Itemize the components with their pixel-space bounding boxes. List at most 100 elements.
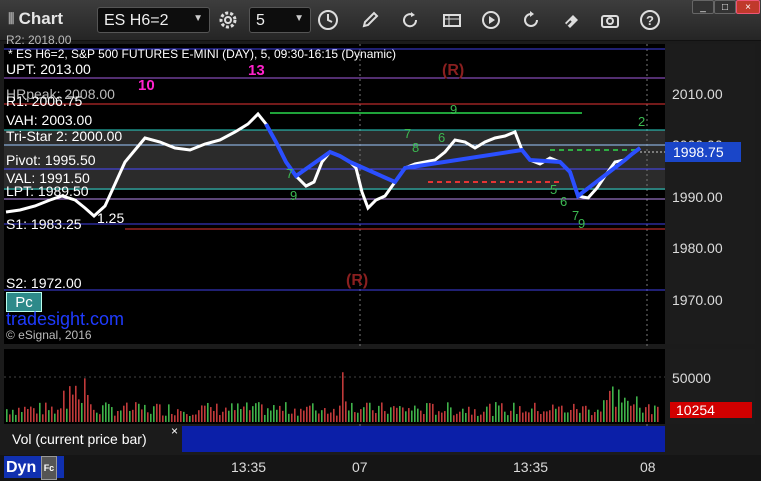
volume-bar [546,411,548,422]
data-table-icon[interactable] [440,8,464,32]
level-label-pivot: Pivot: 1995.50 [6,152,96,168]
svg-text:7: 7 [286,166,293,181]
eraser-icon[interactable] [559,8,583,32]
volume-bar [555,408,557,422]
volume-bar [381,402,383,422]
volume-bar [123,405,125,422]
watermark: tradesight.com [6,309,125,329]
volume-bar [537,411,539,422]
volume-bar [162,415,164,422]
volume-bar [507,415,509,422]
price-tick: 1980.00 [672,240,723,256]
symbol-value: ES H6=2 [104,12,169,29]
maximize-button[interactable]: □ [714,0,736,14]
volume-bar [354,412,356,422]
volume-bar [363,407,365,422]
svg-text:5: 5 [550,182,557,197]
close-glyph: × [745,2,751,13]
volume-bar [129,410,131,422]
volume-bar [27,409,29,422]
volume-bar [579,412,581,422]
volume-bar [333,408,335,422]
volume-bar [210,407,212,422]
volume-bar [534,402,536,422]
clock-icon[interactable] [316,8,340,32]
volume-bar [414,405,416,422]
volume-bar [456,413,458,422]
volume-bar [630,405,632,422]
pencil-icon[interactable] [358,8,382,32]
volume-bar [597,409,599,422]
svg-text:?: ? [646,13,654,28]
volume-bar [345,401,347,422]
volume-bar [45,402,47,422]
volume-bar [636,396,638,422]
volume-bar [510,410,512,422]
volume-bar [300,408,302,422]
volume-bar [549,410,551,422]
volume-bar [114,415,116,422]
volume-bar [39,402,41,422]
chevron-down-icon: ▼ [294,13,304,24]
volume-bar [513,402,515,422]
drag-grip-icon[interactable]: ⦀ [8,11,15,28]
refresh-icon[interactable] [398,8,422,32]
volume-bar [453,415,455,422]
volume-bar [387,413,389,422]
volume-bar [255,403,257,422]
volume-bar [153,406,155,422]
chart-canvas[interactable]: 9 7 8 6 2 7 9 5 6 7 9 [0,41,761,481]
gear-icon[interactable] [216,8,240,32]
volume-bar [471,414,473,422]
help-icon[interactable]: ? [638,8,662,32]
window-title-text: Chart [18,9,64,28]
volume-bar [75,385,77,422]
volume-bar [609,390,611,422]
volume-bar [315,410,317,422]
legend-close-icon[interactable]: × [171,424,178,438]
volume-bar [483,411,485,422]
volume-bar [489,403,491,422]
volume-bar [186,414,188,422]
volume-bar [150,413,152,422]
volume-bar [648,404,650,422]
camera-icon[interactable] [598,8,622,32]
volume-bar [642,412,644,422]
volume-bar [462,408,464,422]
volume-bar [246,402,248,422]
level-label-vah: VAH: 2003.00 [6,112,93,128]
play-icon[interactable] [479,8,503,32]
volume-bar [477,415,479,422]
magenta-count-10: 10 [138,77,155,94]
minimize-button[interactable]: _ [692,0,714,14]
symbol-combo[interactable]: ES H6=2 ▼ [97,7,210,33]
close-button[interactable]: × [736,0,760,14]
svg-text:9: 9 [578,216,585,231]
volume-bar [42,414,44,422]
volume-bar [60,408,62,422]
time-tick: 13:35 [231,459,267,475]
volume-bar [57,409,59,422]
volume-bar [432,403,434,422]
volume-bar [96,412,98,422]
volume-bar [264,414,266,422]
volume-bar [339,405,341,422]
dynamic-mode-button[interactable]: Dyn Fc [4,456,64,480]
volume-bar [591,415,593,422]
volume-bar [423,414,425,422]
volume-bar [174,415,176,422]
volume-bar [525,411,527,422]
interval-combo[interactable]: 5 ▼ [249,7,311,33]
volume-bar [621,402,623,422]
volume-bar [294,408,296,422]
volume-bar [465,412,467,422]
dyn-label: Dyn [6,459,37,477]
volume-bar [594,412,596,422]
volume-bar [63,390,65,422]
dyn-icon[interactable]: Fc [40,456,58,480]
volume-bar [516,413,518,422]
volume-bar [480,414,482,422]
svg-text:6: 6 [560,194,567,209]
reset-icon[interactable] [519,8,543,32]
volume-bar [201,405,203,422]
